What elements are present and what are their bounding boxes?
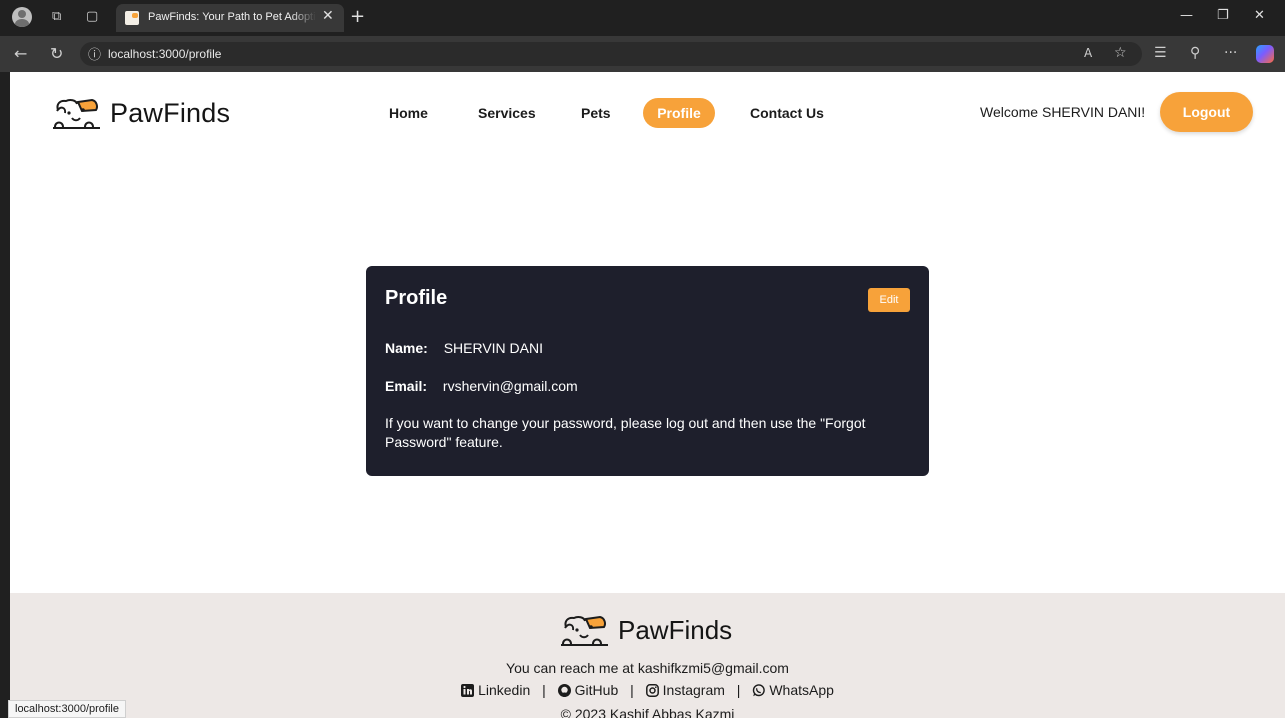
brand-name: PawFinds [110, 97, 231, 128]
footer-contact: You can reach me at kashifkzmi5@gmail.co… [506, 660, 789, 676]
whatsapp-link[interactable]: WhatsApp [752, 682, 834, 698]
url-field[interactable]: ⓘ localhost:3000/profile A ☆ [80, 42, 1142, 66]
edit-profile-button[interactable]: Edit [868, 288, 910, 312]
nav-services[interactable]: Services [478, 98, 536, 128]
linkedin-icon [461, 684, 475, 697]
browser-tab-bar: ⧉ ▢ PawFinds: Your Path to Pet Adoption … [0, 0, 1285, 36]
footer-social-links: Linkedin | GitHub | Instagram | WhatsApp [10, 682, 1285, 698]
nav-pets[interactable]: Pets [581, 98, 611, 128]
favicon-icon [125, 11, 139, 25]
footer-copyright: © 2023 Kashif Abbas Kazmi [560, 706, 735, 718]
dog-logo-icon [53, 98, 100, 129]
profile-title: Profile [385, 287, 448, 309]
site-header: PawFinds Home Services Pets Profile Cont… [10, 72, 1285, 152]
profile-avatar-icon[interactable] [12, 7, 32, 27]
workspaces-icon[interactable]: ⧉ [52, 7, 61, 27]
instagram-label: Instagram [662, 682, 725, 698]
name-row: Name: SHERVIN DANI [385, 340, 543, 356]
instagram-link[interactable]: Instagram [645, 682, 729, 698]
new-tab-icon[interactable]: + [350, 6, 365, 27]
name-label: Name: [385, 340, 428, 356]
whatsapp-icon [753, 684, 766, 697]
linkedin-label: Linkedin [478, 682, 531, 698]
instagram-icon [645, 684, 659, 697]
whatsapp-label: WhatsApp [769, 682, 834, 698]
site-logo[interactable]: PawFinds [52, 96, 230, 130]
close-window-icon[interactable]: ✕ [1254, 8, 1265, 23]
linkedin-link[interactable]: Linkedin [461, 682, 534, 698]
github-link[interactable]: GitHub [557, 682, 622, 698]
favorites-icon[interactable]: ☰ [1154, 45, 1167, 61]
url-text: localhost:3000/profile [108, 47, 222, 61]
minimize-icon[interactable]: — [1180, 8, 1193, 23]
browser-tab[interactable]: PawFinds: Your Path to Pet Adoption ✕ [116, 4, 344, 32]
nav-contact-us[interactable]: Contact Us [750, 98, 824, 128]
nav-profile[interactable]: Profile [643, 98, 715, 128]
browser-address-bar: ← ↻ ⓘ localhost:3000/profile A ☆ ☰ ⚲ ··· [0, 36, 1285, 72]
email-value: rvshervin@gmail.com [442, 378, 578, 394]
password-note: If you want to change your password, ple… [385, 415, 866, 450]
footer-brand-name: PawFinds [618, 614, 733, 645]
favorite-star-icon[interactable]: ☆ [1114, 45, 1127, 61]
back-icon[interactable]: ← [14, 44, 27, 63]
footer-logo: PawFinds [560, 613, 732, 647]
page-viewport: PawFinds Home Services Pets Profile Cont… [10, 72, 1285, 718]
status-bar-url: localhost:3000/profile [8, 700, 126, 718]
dog-logo-icon [561, 615, 608, 646]
tab-actions-icon[interactable]: ▢ [86, 7, 98, 27]
github-icon [557, 684, 571, 697]
separator: | [542, 682, 546, 698]
extensions-icon[interactable]: ⚲ [1190, 45, 1200, 61]
refresh-icon[interactable]: ↻ [50, 44, 63, 63]
email-label: Email: [385, 378, 428, 394]
more-menu-icon[interactable]: ··· [1224, 45, 1237, 61]
separator: | [630, 682, 634, 698]
name-value: SHERVIN DANI [443, 340, 544, 356]
restore-icon[interactable]: ❐ [1217, 8, 1229, 23]
separator: | [736, 682, 741, 698]
profile-card: Profile Edit Name: SHERVIN DANI Email: r… [366, 266, 929, 476]
site-info-icon[interactable]: ⓘ [88, 44, 101, 63]
copilot-icon[interactable] [1256, 45, 1274, 63]
tab-title: PawFinds: Your Path to Pet Adoption [148, 11, 316, 23]
logout-button[interactable]: Logout [1160, 92, 1253, 132]
nav-home[interactable]: Home [389, 98, 428, 128]
close-tab-icon[interactable]: ✕ [322, 8, 334, 24]
site-footer: PawFinds You can reach me at kashifkzmi5… [10, 593, 1285, 718]
email-row: Email: rvshervin@gmail.com [385, 378, 578, 394]
github-label: GitHub [574, 682, 619, 698]
welcome-message: Welcome SHERVIN DANI! [980, 104, 1146, 120]
read-aloud-icon[interactable]: A [1084, 46, 1092, 60]
